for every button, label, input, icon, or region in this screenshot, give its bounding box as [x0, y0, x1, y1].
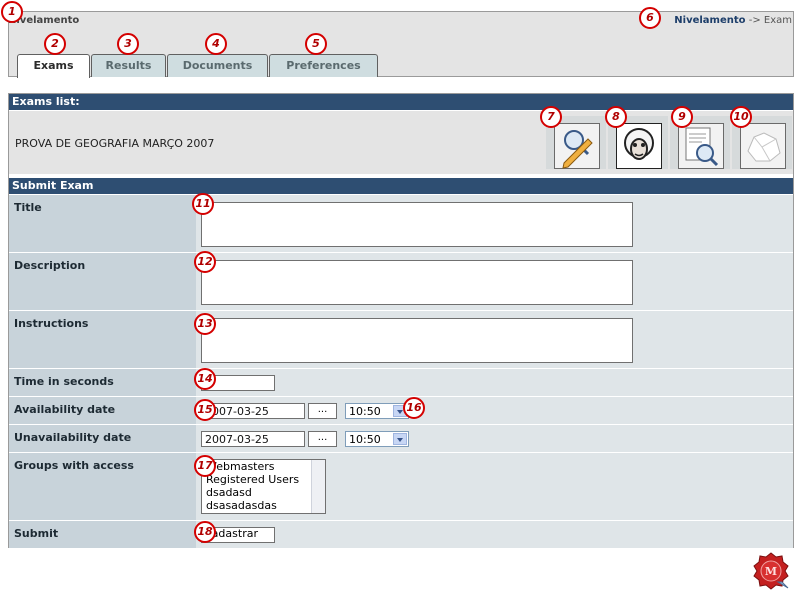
annotation-badge: 9	[671, 106, 693, 128]
availability-time-value: 10:50	[349, 405, 381, 418]
annotation-badge: 2	[44, 33, 66, 55]
groups-row: Groups with access Webmasters Registered…	[9, 453, 793, 520]
crumpled-paper-icon[interactable]	[740, 123, 786, 169]
exam-title[interactable]: PROVA DE GEOGRAFIA MARÇO 2007	[15, 137, 214, 150]
document-search-icon[interactable]	[678, 123, 724, 169]
title-input[interactable]	[201, 202, 633, 247]
annotation-badge: 17	[194, 455, 216, 477]
group-option[interactable]: dsadasd	[206, 486, 321, 499]
unavailability-time-select[interactable]: 10:50	[345, 431, 409, 447]
time-label: Time in seconds	[9, 369, 196, 396]
tab-results[interactable]: Results	[91, 54, 166, 77]
unavailability-date-input[interactable]: 2007-03-25	[201, 431, 305, 447]
seal-logo-icon: M	[752, 552, 790, 590]
description-row: Description	[9, 253, 793, 310]
title-row: Title	[9, 195, 793, 252]
listbox-scrollbar[interactable]	[311, 460, 325, 513]
annotation-badge: 1	[1, 1, 23, 23]
availability-date-input[interactable]: 2007-03-25	[201, 403, 305, 419]
availability-time-select[interactable]: 10:50	[345, 403, 409, 419]
breadcrumb-link[interactable]: Nivelamento	[674, 15, 745, 26]
groups-listbox[interactable]: Webmasters Registered Users dsadasd dsas…	[201, 459, 326, 514]
unavailability-date-picker-button[interactable]: ...	[308, 431, 337, 447]
annotation-badge: 5	[305, 33, 327, 55]
unavailability-time-value: 10:50	[349, 433, 381, 446]
breadcrumb: Nivelamento -> Exam	[674, 15, 792, 26]
annotation-badge: 10	[730, 106, 752, 128]
availability-row: Availability date 2007-03-25 ... 10:50	[9, 397, 793, 424]
annotation-badge: 7	[540, 106, 562, 128]
description-label: Description	[9, 253, 196, 310]
group-option[interactable]: dsasadasdas	[206, 499, 321, 512]
chevron-down-icon	[393, 433, 407, 445]
group-option[interactable]: Registered Users	[206, 473, 321, 486]
title-label: Title	[9, 195, 196, 252]
annotation-badge: 8	[605, 106, 627, 128]
annotation-badge: 6	[639, 7, 661, 29]
annotation-badge: 4	[205, 33, 227, 55]
description-input[interactable]	[201, 260, 633, 305]
instructions-row: Instructions	[9, 311, 793, 368]
sheep-icon[interactable]	[616, 123, 662, 169]
submit-row: Submit Cadastrar	[9, 521, 793, 548]
annotation-badge: 12	[194, 251, 216, 273]
annotation-badge: 13	[194, 313, 216, 335]
content-panel: Exams list: PROVA DE GEOGRAFIA MARÇO 200…	[8, 93, 794, 548]
tab-documents[interactable]: Documents	[167, 54, 268, 77]
annotation-badge: 11	[192, 193, 214, 215]
instructions-input[interactable]	[201, 318, 633, 363]
annotation-badge: 15	[194, 399, 216, 421]
availability-date-picker-button[interactable]: ...	[308, 403, 337, 419]
tab-exams[interactable]: Exams	[17, 54, 90, 78]
unavailability-row: Unavailability date 2007-03-25 ... 10:50	[9, 425, 793, 452]
instructions-label: Instructions	[9, 311, 196, 368]
breadcrumb-separator: ->	[745, 15, 764, 26]
unavailability-label: Unavailability date	[9, 425, 196, 452]
svg-text:M: M	[765, 565, 777, 578]
group-option[interactable]: Webmasters	[206, 460, 321, 473]
submit-label: Submit	[9, 521, 196, 548]
submit-exam-header: Submit Exam	[9, 178, 793, 194]
time-row: Time in seconds	[9, 369, 793, 396]
annotation-badge: 14	[194, 368, 216, 390]
annotation-badge: 16	[403, 397, 425, 419]
view-edit-icon[interactable]	[554, 123, 600, 169]
availability-label: Availability date	[9, 397, 196, 424]
annotation-badge: 3	[117, 33, 139, 55]
breadcrumb-current: Exam	[763, 15, 792, 26]
annotation-badge: 18	[194, 521, 216, 543]
tab-preferences[interactable]: Preferences	[269, 54, 378, 77]
groups-label: Groups with access	[9, 453, 196, 520]
